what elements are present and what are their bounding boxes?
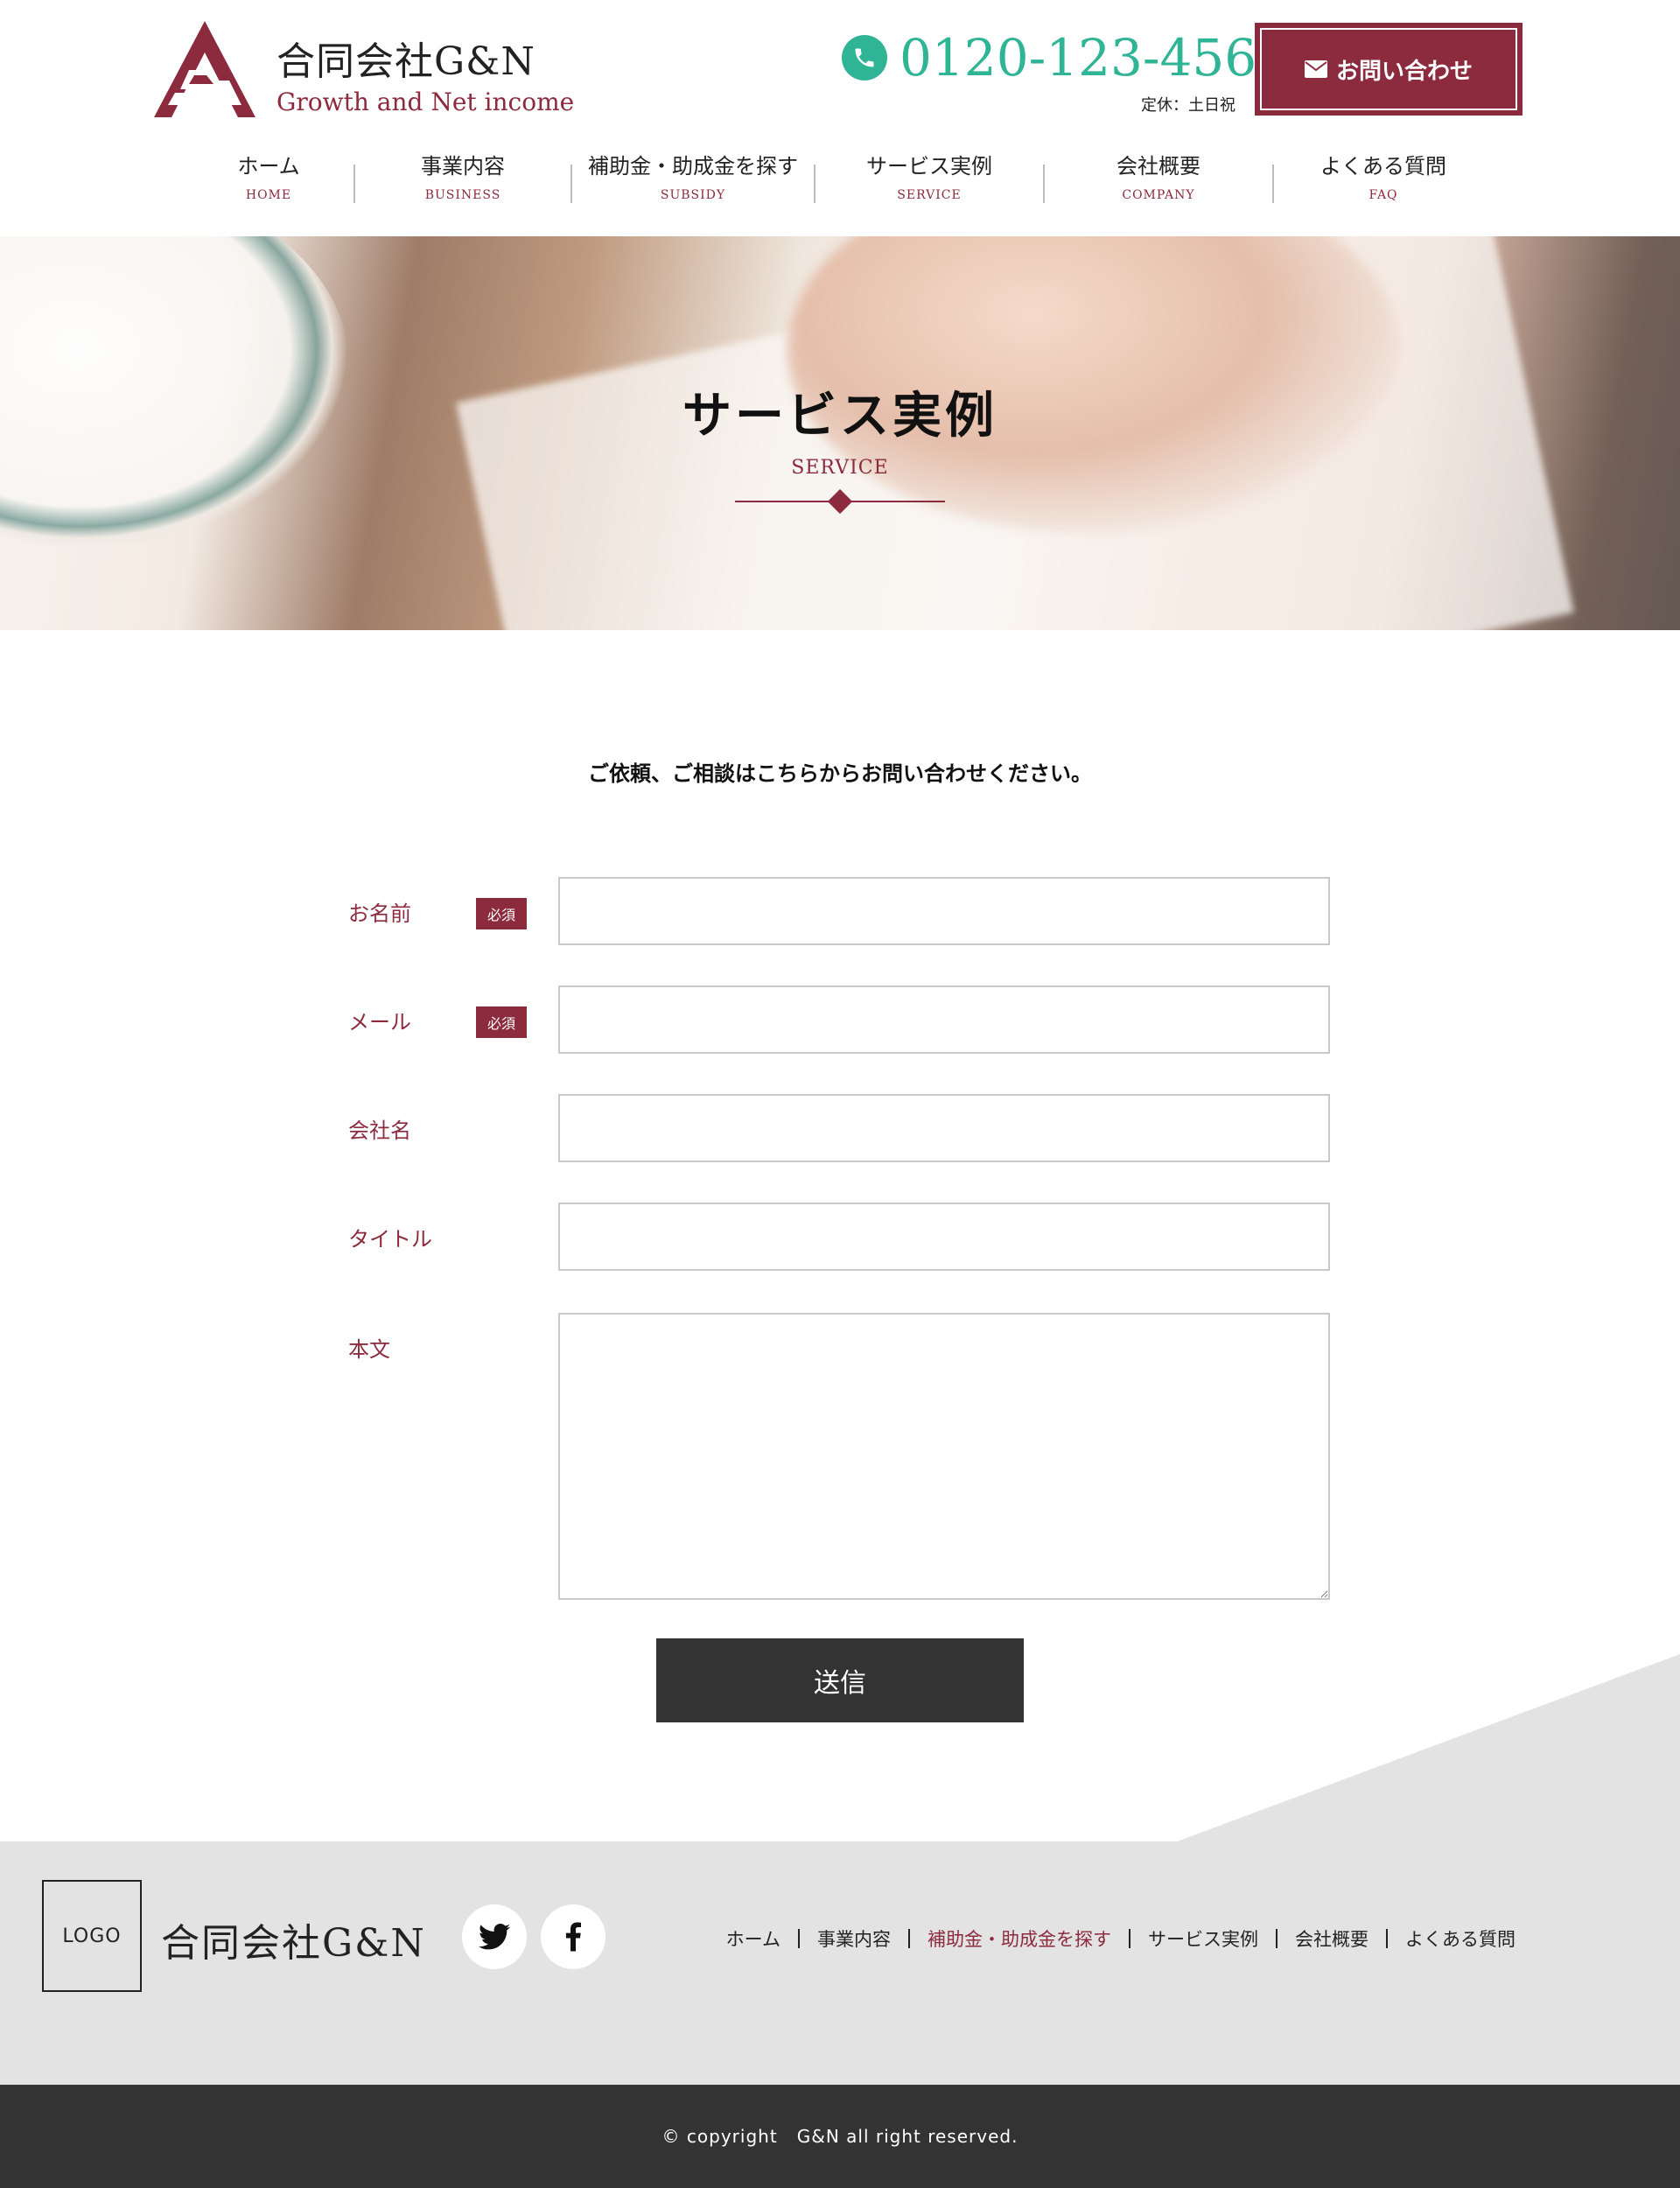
- form-row-company: 会社名: [348, 1094, 1330, 1162]
- page-hero: サービス実例 SERVICE: [0, 236, 1680, 630]
- form-row-name: お名前 必須: [348, 877, 1330, 945]
- nav-item-sublabel: SUBSIDY: [660, 188, 726, 202]
- nav-item-business[interactable]: 事業内容 BUSINESS: [355, 149, 570, 219]
- company-label: 会社名: [348, 1119, 411, 1143]
- nav-item-sublabel: HOME: [245, 188, 292, 202]
- facebook-icon: [565, 1922, 581, 1952]
- nav-item-home[interactable]: ホーム HOME: [184, 149, 354, 219]
- nav-item-sublabel: COMPANY: [1122, 188, 1195, 202]
- page-title: サービス実例: [682, 387, 998, 445]
- footer-nav-subsidy[interactable]: 補助金・助成金を探す: [910, 1925, 1129, 1952]
- mail-icon: [1304, 60, 1327, 78]
- page-subtitle: SERVICE: [791, 457, 889, 479]
- phone-number-block[interactable]: 0120-123-4568: [842, 26, 1289, 89]
- copyright-bar: © copyright G&N all right reserved.: [0, 2085, 1680, 2188]
- footer-nav-service[interactable]: サービス実例: [1130, 1925, 1276, 1952]
- footer-company-name: 合同会社G&N: [161, 1921, 426, 1966]
- nav-item-subsidy[interactable]: 補助金・助成金を探す SUBSIDY: [572, 149, 814, 219]
- nav-item-label: ホーム: [237, 154, 300, 179]
- email-label: メール: [348, 1010, 411, 1034]
- facebook-link[interactable]: [541, 1904, 606, 1969]
- logo-title[interactable]: 合同会社G&N: [276, 30, 536, 86]
- site-header: 合同会社G&N Growth and Net income 0120-123-4…: [0, 0, 1680, 236]
- footer-nav-faq[interactable]: よくある質問: [1388, 1925, 1533, 1952]
- form-row-body: 本文: [348, 1313, 1330, 1600]
- nav-item-label: サービス実例: [866, 154, 992, 179]
- phone-number[interactable]: 0120-123-4568: [900, 32, 1289, 83]
- nav-item-faq[interactable]: よくある質問 FAQ: [1274, 149, 1493, 219]
- site-footer: LOGO 合同会社G&N ホーム 事業内容 補助金・助成金を探す サービス実例 …: [0, 1841, 1680, 2085]
- nav-item-label: 補助金・助成金を探す: [588, 154, 798, 179]
- holiday-note: 定休：土日祝: [1141, 96, 1236, 115]
- body-textarea[interactable]: [558, 1313, 1330, 1600]
- nav-item-sublabel: BUSINESS: [424, 188, 501, 202]
- nav-item-sublabel: FAQ: [1368, 188, 1398, 202]
- footer-nav-business[interactable]: 事業内容: [800, 1925, 908, 1952]
- nav-item-service[interactable]: サービス実例 SERVICE: [816, 149, 1043, 219]
- footer-nav: ホーム 事業内容 補助金・助成金を探す サービス実例 会社概要 よくある質問: [709, 1925, 1533, 1952]
- footer-nav-home[interactable]: ホーム: [709, 1925, 798, 1952]
- required-badge: 必須: [476, 898, 527, 929]
- form-row-email: メール 必須: [348, 985, 1330, 1054]
- title-label: タイトル: [348, 1227, 432, 1252]
- footer-slope-decoration: [1172, 1654, 1680, 1843]
- form-row-title: タイトル: [348, 1203, 1330, 1271]
- main-nav: ホーム HOME 事業内容 BUSINESS 補助金・助成金を探す SUBSID…: [184, 149, 1496, 219]
- company-input[interactable]: [558, 1094, 1330, 1162]
- form-lead-text: ご依頼、ご相談はこちらからお問い合わせください。: [588, 761, 1092, 786]
- nav-item-label: 会社概要: [1116, 154, 1200, 179]
- twitter-icon: [479, 1924, 510, 1950]
- nav-item-company[interactable]: 会社概要 COMPANY: [1045, 149, 1272, 219]
- name-label: お名前: [348, 901, 411, 926]
- twitter-link[interactable]: [462, 1904, 527, 1969]
- nav-item-label: 事業内容: [421, 154, 505, 179]
- email-input[interactable]: [558, 985, 1330, 1054]
- name-input[interactable]: [558, 877, 1330, 945]
- nav-item-sublabel: SERVICE: [897, 188, 962, 202]
- footer-logo-placeholder[interactable]: LOGO: [42, 1880, 142, 1992]
- footer-nav-company[interactable]: 会社概要: [1278, 1925, 1386, 1952]
- title-input[interactable]: [558, 1203, 1330, 1271]
- required-badge: 必須: [476, 1006, 527, 1038]
- logo-subtitle: Growth and Net income: [276, 88, 575, 116]
- body-label: 本文: [348, 1337, 390, 1362]
- contact-button[interactable]: お問い合わせ: [1255, 23, 1522, 116]
- contact-button-label: お問い合わせ: [1335, 58, 1473, 85]
- phone-icon: [842, 35, 887, 81]
- nav-item-label: よくある質問: [1320, 154, 1446, 179]
- gn-logo-mark-icon[interactable]: [154, 21, 256, 117]
- copyright-text: © copyright G&N all right reserved.: [662, 2126, 1018, 2147]
